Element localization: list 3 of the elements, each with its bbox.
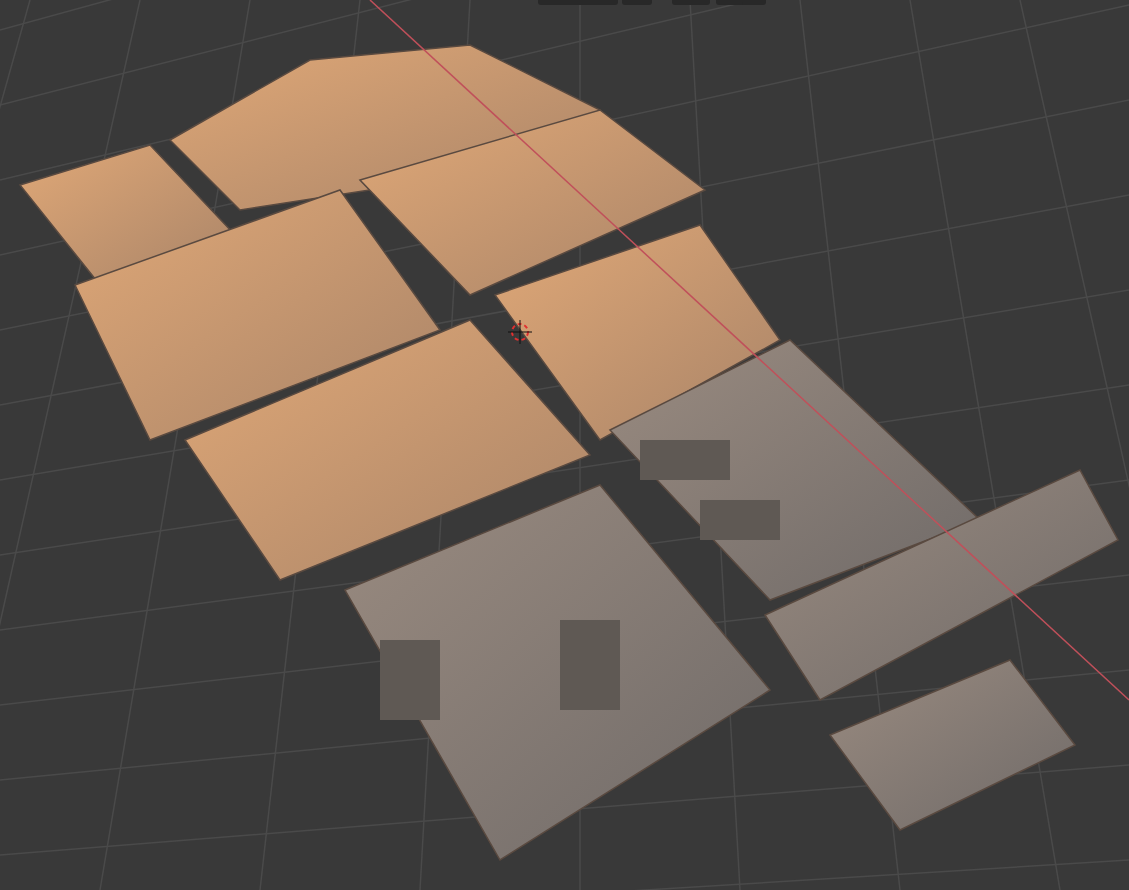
header-button[interactable] — [672, 0, 710, 5]
crosshair-icon[interactable] — [507, 319, 533, 345]
header-button[interactable] — [538, 0, 618, 5]
